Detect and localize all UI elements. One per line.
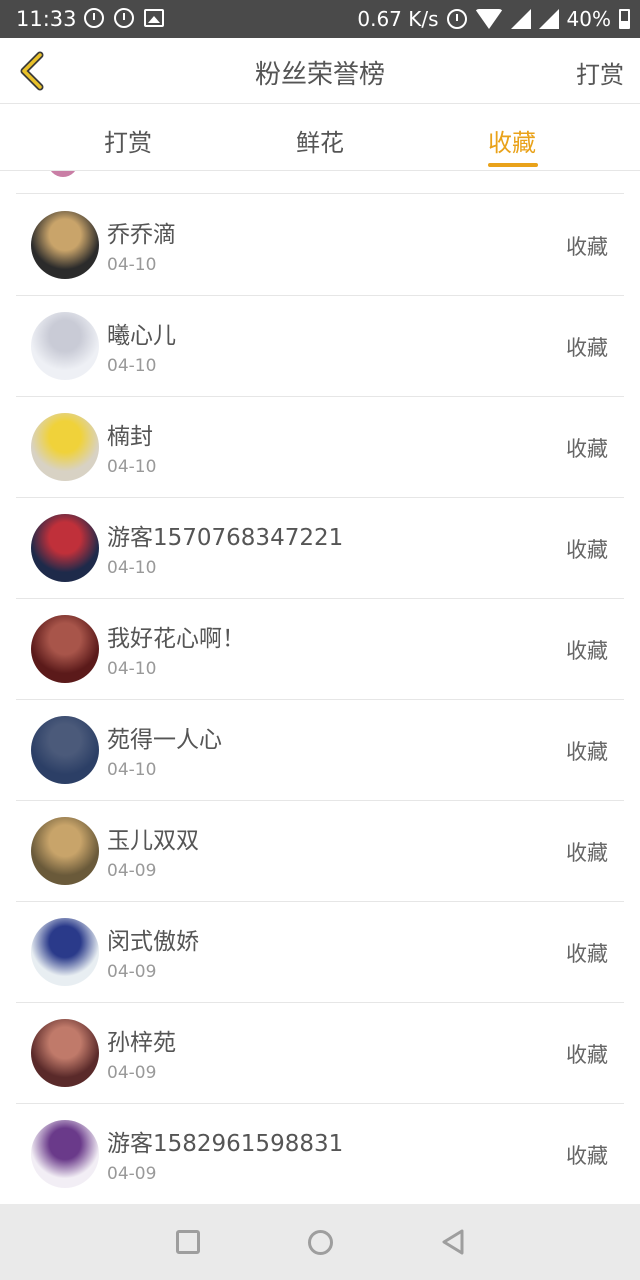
action-label: 收藏 [566, 1144, 608, 1168]
tab-flowers[interactable]: 鲜花 [296, 123, 344, 158]
back-icon[interactable] [440, 1228, 466, 1256]
battery-icon [619, 9, 630, 29]
item-date: 04-09 [107, 861, 157, 881]
wifi-icon [474, 9, 503, 29]
user-name: 苑得一人心 [107, 727, 222, 753]
action-label: 收藏 [566, 639, 608, 663]
user-name: 游客1570768347221 [107, 525, 344, 551]
user-name: 孙梓苑 [107, 1030, 176, 1056]
action-label: 收藏 [566, 841, 608, 865]
list-item[interactable]: 游客1570768347221 04-10 收藏 [16, 498, 624, 599]
list-item[interactable]: 曦心儿 04-10 收藏 [16, 296, 624, 397]
avatar[interactable] [31, 1120, 99, 1188]
status-left-icons [84, 8, 164, 28]
item-date: 04-10 [107, 659, 157, 679]
list-item[interactable]: 游客1582961598831 04-09 收藏 [16, 1104, 624, 1204]
list-item[interactable]: 楠封 04-10 收藏 [16, 397, 624, 498]
avatar[interactable] [31, 312, 99, 380]
network-speed: 0.67 K/s [357, 7, 439, 31]
item-date: 04-09 [107, 962, 157, 982]
signal-icon [510, 9, 531, 29]
list-item[interactable]: 孙梓苑 04-09 收藏 [16, 1003, 624, 1104]
home-icon[interactable] [308, 1230, 333, 1255]
action-label: 收藏 [566, 538, 608, 562]
avatar [48, 171, 78, 177]
avatar[interactable] [31, 413, 99, 481]
avatar[interactable] [31, 918, 99, 986]
active-tab-indicator [488, 163, 538, 167]
action-label: 收藏 [566, 437, 608, 461]
action-label: 收藏 [566, 336, 608, 360]
list-item[interactable]: 苑得一人心 04-10 收藏 [16, 700, 624, 801]
user-name: 游客1582961598831 [107, 1131, 344, 1157]
avatar[interactable] [31, 716, 99, 784]
item-date: 04-09 [107, 1164, 157, 1184]
list-item[interactable]: 乔乔滴 04-10 收藏 [16, 195, 624, 296]
list-item[interactable]: 我好花心啊！ 04-10 收藏 [16, 599, 624, 700]
item-date: 04-09 [107, 1063, 157, 1083]
avatar[interactable] [31, 615, 99, 683]
page-title: 粉丝荣誉榜 [254, 60, 385, 90]
status-time: 11:33 [16, 7, 77, 31]
signal-icon [538, 9, 559, 29]
item-date: 04-10 [107, 558, 157, 578]
alarm-icon [114, 8, 134, 28]
tab-bar: 打赏 鲜花 收藏 [0, 105, 640, 171]
action-label: 收藏 [566, 235, 608, 259]
user-name: 玉儿双双 [107, 828, 199, 854]
tab-favorites[interactable]: 收藏 [488, 123, 536, 158]
status-right: 0.67 K/s 40% [357, 7, 630, 31]
status-bar: 11:33 0.67 K/s 40% [0, 0, 640, 38]
item-date: 04-10 [107, 457, 157, 477]
user-name: 楠封 [107, 424, 153, 450]
item-date: 04-10 [107, 255, 157, 275]
app-header: 粉丝荣誉榜 打赏 [0, 38, 640, 104]
action-label: 收藏 [566, 942, 608, 966]
battery-percent: 40% [566, 7, 611, 31]
action-label: 收藏 [566, 1043, 608, 1067]
user-name: 乔乔滴 [107, 222, 176, 248]
tab-reward[interactable]: 打赏 [104, 123, 152, 158]
user-name: 我好花心啊！ [107, 626, 245, 652]
avatar[interactable] [31, 817, 99, 885]
action-label: 收藏 [566, 740, 608, 764]
alarm-icon [84, 8, 104, 28]
user-name: 曦心儿 [107, 323, 176, 349]
avatar[interactable] [31, 514, 99, 582]
list-item[interactable]: 闵式傲娇 04-09 收藏 [16, 902, 624, 1003]
list-item[interactable]: 玉儿双双 04-09 收藏 [16, 801, 624, 902]
alarm-icon [446, 9, 467, 29]
user-name: 闵式傲娇 [107, 929, 199, 955]
image-icon [144, 9, 164, 27]
avatar[interactable] [31, 211, 99, 279]
item-date: 04-10 [107, 760, 157, 780]
item-date: 04-10 [107, 356, 157, 376]
reward-button[interactable]: 打赏 [576, 55, 624, 90]
avatar[interactable] [31, 1019, 99, 1087]
system-nav-bar [0, 1204, 640, 1280]
fans-list[interactable]: 乔乔滴 04-10 收藏 曦心儿 04-10 收藏 楠封 04-10 收藏 游客157076834… [0, 171, 640, 1204]
recent-apps-icon[interactable] [176, 1230, 200, 1254]
list-item-partial [16, 171, 624, 194]
